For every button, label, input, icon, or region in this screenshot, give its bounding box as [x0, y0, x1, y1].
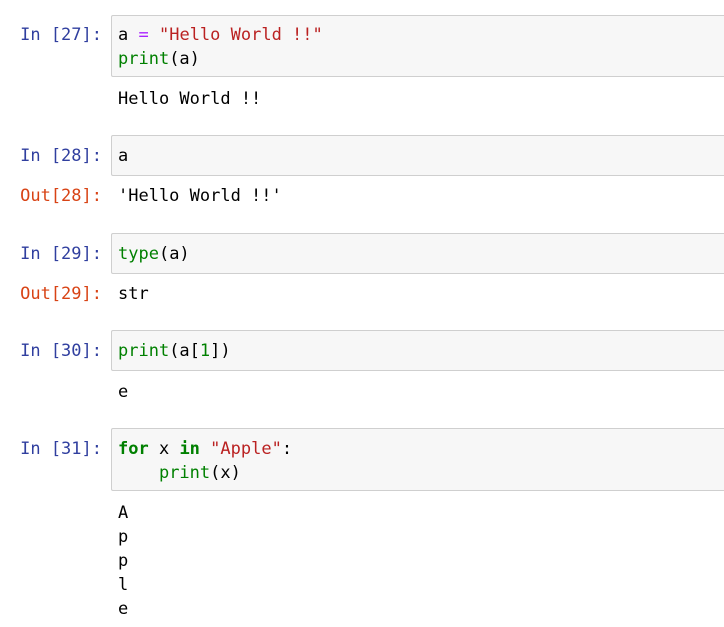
- input-prompt: In [31]:: [20, 439, 102, 459]
- code-input-area[interactable]: for x in "Apple": print(x): [111, 428, 724, 491]
- code-token: ]): [210, 341, 231, 361]
- code-input-area[interactable]: print(a[1]): [111, 330, 724, 371]
- output-text: 'Hello World !!': [118, 186, 282, 206]
- builtin-token: print: [158, 463, 211, 483]
- code-token: (a): [169, 49, 200, 69]
- output-text: A: [118, 503, 129, 523]
- builtin-token: print: [118, 49, 170, 69]
- builtin-token: type: [118, 244, 159, 264]
- code-line: print(a): [118, 47, 200, 71]
- output-text: p: [118, 527, 129, 547]
- operator-token: =: [138, 25, 149, 45]
- builtin-token: print: [118, 341, 170, 361]
- input-prompt: In [30]:: [20, 341, 102, 361]
- code-line: type(a): [118, 242, 190, 266]
- output-prompt: Out[28]:: [20, 186, 102, 206]
- string-literal: "Apple": [210, 439, 282, 459]
- code-token: (a[: [169, 341, 200, 361]
- code-token: x: [148, 439, 180, 459]
- code-token: (a): [158, 244, 190, 264]
- code-line: for x in "Apple":: [118, 437, 292, 461]
- input-prompt: In [27]:: [20, 25, 102, 45]
- code-line: a = "Hello World !!": [118, 23, 323, 47]
- code-input-area[interactable]: a: [111, 135, 724, 176]
- output-prompt: Out[29]:: [20, 284, 102, 304]
- code-token: (x): [210, 463, 241, 483]
- code-line: print(x): [118, 461, 241, 485]
- input-prompt: In [28]:: [20, 146, 102, 166]
- output-text: Hello World !!: [118, 89, 262, 109]
- keyword-token: in: [179, 439, 200, 459]
- code-line: a: [118, 144, 128, 168]
- code-input-area[interactable]: type(a): [111, 233, 724, 274]
- code-token: :: [281, 439, 293, 459]
- output-text: str: [118, 284, 149, 304]
- number-literal: 1: [199, 341, 211, 361]
- output-text: p: [118, 551, 129, 571]
- output-text: e: [118, 599, 129, 619]
- code-line: print(a[1]): [118, 339, 231, 363]
- code-input-area[interactable]: a = "Hello World !!" print(a): [111, 15, 724, 77]
- output-text: l: [118, 575, 129, 595]
- input-prompt: In [29]:: [20, 244, 102, 264]
- output-text: e: [118, 382, 129, 402]
- keyword-token: for: [118, 439, 149, 459]
- string-literal: "Hello World !!": [158, 25, 323, 45]
- code-token: a: [118, 146, 129, 166]
- code-token: a: [118, 25, 139, 45]
